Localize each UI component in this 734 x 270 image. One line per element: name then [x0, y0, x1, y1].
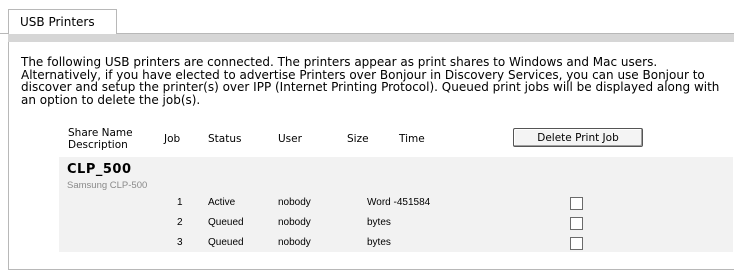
tab-usb-printers[interactable]: USB Printers: [8, 9, 117, 34]
job-user: nobody: [278, 217, 311, 228]
job-select-checkbox[interactable]: [570, 237, 583, 250]
header-share-name-text: Share Name: [68, 127, 133, 139]
description-text: The following USB printers are connected…: [21, 55, 720, 107]
header-job: Job: [164, 133, 181, 145]
job-user: nobody: [278, 237, 311, 248]
header-status: Status: [208, 133, 242, 145]
header-share-name: Share Name Description: [68, 127, 133, 151]
header-description-text: Description: [68, 139, 128, 151]
job-status: Queued: [208, 217, 244, 228]
header-size: Size: [347, 133, 369, 145]
job-size: bytes: [367, 237, 391, 248]
job-status: Queued: [208, 237, 244, 248]
tab-label: USB Printers: [20, 15, 95, 29]
printer-model: Samsung CLP-500: [67, 180, 148, 191]
job-select-checkbox[interactable]: [570, 217, 583, 230]
job-number: 1: [177, 197, 183, 208]
job-select-checkbox[interactable]: [570, 197, 583, 210]
job-number: 3: [177, 237, 183, 248]
panel-header-strip: [8, 34, 734, 42]
job-size: Word -451584: [367, 197, 431, 208]
job-number: 2: [177, 217, 183, 228]
delete-print-job-button[interactable]: Delete Print Job: [513, 128, 643, 147]
printer-name: CLP_500: [67, 162, 132, 177]
job-user: nobody: [278, 197, 311, 208]
tab-bar: USB Printers: [0, 0, 734, 34]
header-time: Time: [399, 133, 425, 145]
job-status: Active: [208, 197, 236, 208]
header-user: User: [278, 133, 302, 145]
tab-divider: [0, 33, 8, 34]
job-size: bytes: [367, 217, 391, 228]
